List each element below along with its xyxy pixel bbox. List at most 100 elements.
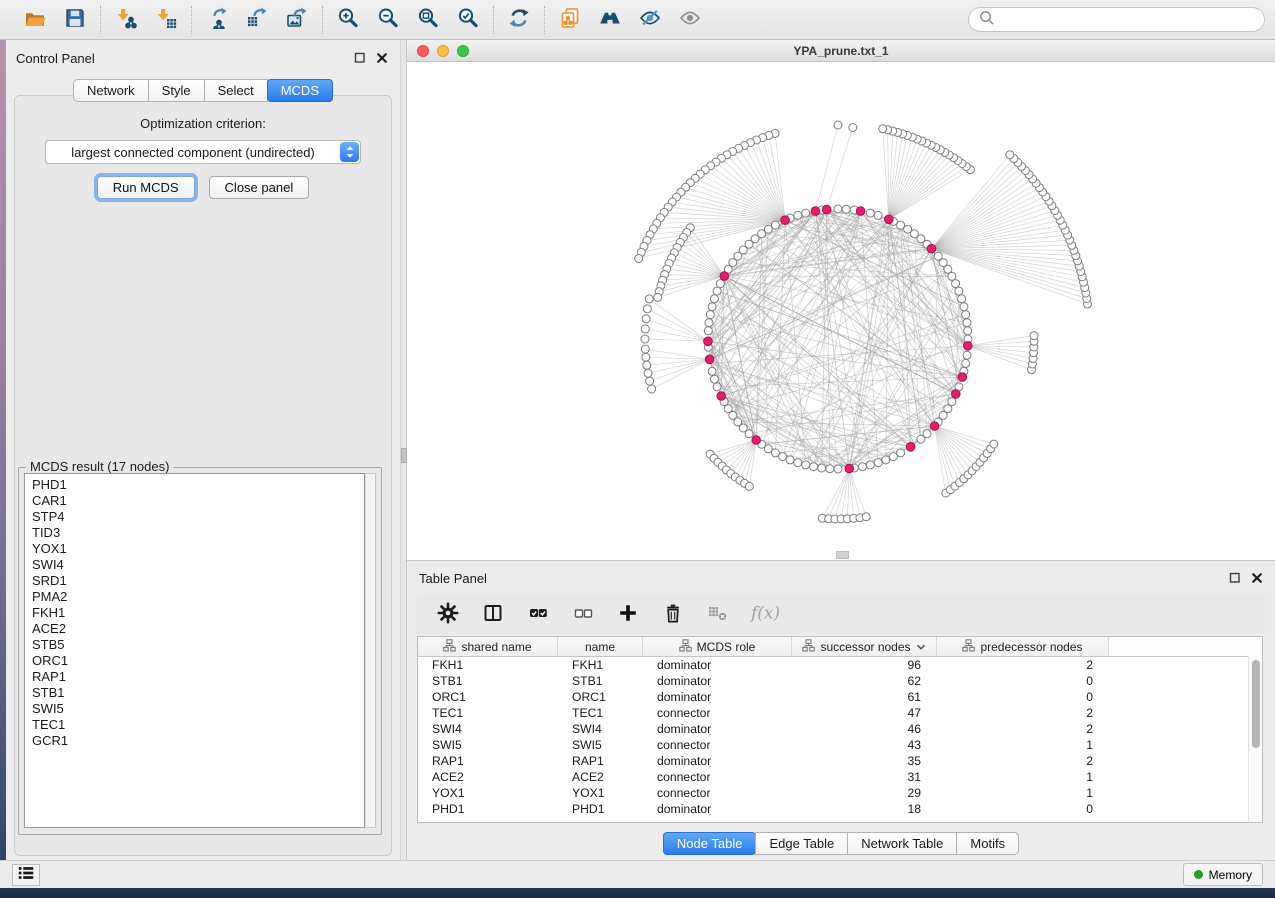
mcds-node-item[interactable]: TEC1 xyxy=(32,717,357,733)
panel-splitter-vertical[interactable] xyxy=(400,40,407,860)
close-panel-button[interactable]: Close panel xyxy=(209,176,310,199)
zoom-window-button[interactable] xyxy=(457,45,469,57)
mcds-node-item[interactable]: CAR1 xyxy=(32,493,357,509)
close-panel-icon[interactable] xyxy=(1251,572,1263,584)
mcds-node-item[interactable]: TID3 xyxy=(32,525,357,541)
table-scrollbar[interactable] xyxy=(1248,656,1262,822)
import-network-button[interactable] xyxy=(112,6,140,34)
scrollbar-thumb[interactable] xyxy=(1252,660,1260,748)
tab-mcds[interactable]: MCDS xyxy=(267,79,333,102)
export-table-button[interactable] xyxy=(243,6,271,34)
tab-edge-table[interactable]: Edge Table xyxy=(755,832,848,855)
mcds-node-item[interactable]: SWI5 xyxy=(32,701,357,717)
table-row[interactable]: YOX1YOX1connector291 xyxy=(418,785,1262,801)
tab-style[interactable]: Style xyxy=(148,79,205,102)
zoom-in-button[interactable] xyxy=(334,6,362,34)
cell: STB1 xyxy=(558,673,643,689)
tab-network-table[interactable]: Network Table xyxy=(847,832,957,855)
criterion-dropdown[interactable]: largest connected component (undirected) xyxy=(45,140,361,164)
delete-row-button[interactable] xyxy=(659,600,687,628)
table-row[interactable]: SWI5SWI5connector431 xyxy=(418,737,1262,753)
select-all-button[interactable] xyxy=(524,600,552,628)
network-view-window: YPA_prune.txt_1 xyxy=(407,40,1275,561)
mcds-node-item[interactable]: YOX1 xyxy=(32,541,357,557)
delete-column-button[interactable] xyxy=(704,600,732,628)
tab-motifs[interactable]: Motifs xyxy=(956,832,1019,855)
cell: PHD1 xyxy=(558,801,643,817)
shared-column-icon xyxy=(679,639,692,655)
mcds-node-item[interactable]: STP4 xyxy=(32,509,357,525)
zoom-out-button[interactable] xyxy=(374,6,402,34)
refresh-layout-button[interactable] xyxy=(505,6,533,34)
column-header-predecessor-nodes[interactable]: predecessor nodes xyxy=(937,637,1109,656)
open-session-button[interactable] xyxy=(21,6,49,34)
mcds-node-item[interactable]: SWI4 xyxy=(32,557,357,573)
cell: 31 xyxy=(792,769,937,785)
network-canvas[interactable] xyxy=(407,62,1275,560)
table-row[interactable]: PHD1PHD1dominator180 xyxy=(418,801,1262,817)
function-builder-button[interactable]: f(x) xyxy=(749,600,785,628)
column-header-successor-nodes[interactable]: successor nodes xyxy=(792,637,937,656)
add-row-button[interactable] xyxy=(614,600,642,628)
memory-button[interactable]: Memory xyxy=(1183,863,1263,886)
search-box[interactable] xyxy=(968,7,1265,32)
cell: SWI5 xyxy=(418,737,558,753)
shared-column-icon xyxy=(802,639,815,655)
float-panel-icon[interactable] xyxy=(354,52,366,64)
mcds-node-item[interactable]: RAP1 xyxy=(32,669,357,685)
clone-network-button[interactable] xyxy=(556,6,584,34)
mcds-node-item[interactable]: SRD1 xyxy=(32,573,357,589)
table-row[interactable]: ACE2ACE2connector311 xyxy=(418,769,1262,785)
task-history-button[interactable] xyxy=(12,864,40,886)
table-row[interactable]: TEC1TEC1connector472 xyxy=(418,705,1262,721)
cell: 0 xyxy=(937,689,1109,705)
mcds-result-scrollbar[interactable] xyxy=(365,473,376,828)
mcds-node-item[interactable]: PMA2 xyxy=(32,589,357,605)
zoom-fit-button[interactable] xyxy=(414,6,442,34)
hide-selected-button[interactable] xyxy=(636,6,664,34)
unselect-all-button[interactable] xyxy=(569,600,597,628)
mcds-node-item[interactable]: ORC1 xyxy=(32,653,357,669)
mcds-node-item[interactable]: STB5 xyxy=(32,637,357,653)
delete-row-icon xyxy=(662,602,684,627)
column-label: MCDS role xyxy=(697,640,756,654)
mcds-node-item[interactable]: ACE2 xyxy=(32,621,357,637)
table-row[interactable]: RAP1RAP1dominator352 xyxy=(418,753,1262,769)
table-row[interactable]: ORC1ORC1dominator610 xyxy=(418,689,1262,705)
export-image-button[interactable] xyxy=(283,6,311,34)
tab-network[interactable]: Network xyxy=(73,79,149,102)
save-session-button[interactable] xyxy=(61,6,89,34)
mcds-node-item[interactable]: GCR1 xyxy=(32,733,357,749)
cell: 2 xyxy=(937,753,1109,769)
run-mcds-button[interactable]: Run MCDS xyxy=(97,176,195,199)
mcds-node-item[interactable]: FKH1 xyxy=(32,605,357,621)
column-header-name[interactable]: name xyxy=(558,637,643,656)
mcds-node-item[interactable]: STB1 xyxy=(32,685,357,701)
cell: connector xyxy=(643,737,792,753)
table-header-row: shared namename MCDS role successor nodesp… xyxy=(418,637,1262,657)
table-row[interactable]: SWI4SWI4dominator462 xyxy=(418,721,1262,737)
float-panel-icon[interactable] xyxy=(1229,572,1241,584)
table-row[interactable]: FKH1FKH1dominator962 xyxy=(418,657,1262,673)
export-network-button[interactable] xyxy=(203,6,231,34)
import-table-button[interactable] xyxy=(152,6,180,34)
tab-node-table[interactable]: Node Table xyxy=(663,832,757,855)
first-neighbors-button[interactable] xyxy=(596,6,624,34)
add-row-icon xyxy=(617,602,639,627)
zoom-selected-icon xyxy=(457,7,479,32)
table-row[interactable]: STB1STB1dominator620 xyxy=(418,673,1262,689)
show-columns-button[interactable] xyxy=(479,600,507,628)
minimize-window-button[interactable] xyxy=(437,45,449,57)
panel-splitter-horizontal[interactable] xyxy=(836,551,849,559)
show-columns-icon xyxy=(482,602,504,627)
close-window-button[interactable] xyxy=(417,45,429,57)
zoom-selected-button[interactable] xyxy=(454,6,482,34)
tab-select[interactable]: Select xyxy=(204,79,268,102)
column-header-shared-name[interactable]: shared name xyxy=(418,637,558,656)
close-panel-icon[interactable] xyxy=(376,52,388,64)
show-all-button[interactable] xyxy=(676,6,704,34)
mcds-node-item[interactable]: PHD1 xyxy=(32,477,357,493)
search-input[interactable] xyxy=(1000,12,1255,28)
table-settings-button[interactable] xyxy=(434,600,462,628)
column-header-MCDS-role[interactable]: MCDS role xyxy=(643,637,792,656)
